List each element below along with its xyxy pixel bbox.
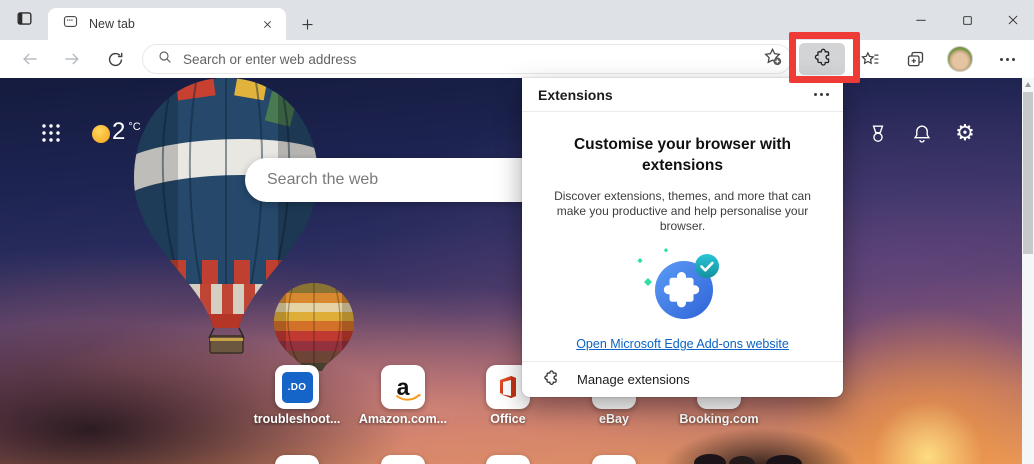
address-bar[interactable]: Search or enter web address	[142, 44, 792, 74]
manage-extensions-row[interactable]: Manage extensions	[522, 361, 843, 397]
gear-icon: ⚙	[955, 120, 975, 146]
medal-icon	[872, 125, 884, 142]
window-maximize-button[interactable]	[952, 5, 982, 35]
tile-row2-4[interactable]	[592, 455, 636, 464]
scrollbar-up-arrow[interactable]	[1024, 82, 1031, 87]
rewards-button[interactable]	[866, 122, 890, 146]
apps-grid-button[interactable]	[40, 122, 62, 144]
settings-more-button[interactable]	[994, 46, 1020, 72]
window-minimize-button[interactable]	[906, 5, 936, 35]
favorites-button[interactable]	[857, 46, 883, 72]
forward-button[interactable]	[60, 47, 84, 71]
temperature-unit: °C	[128, 121, 141, 133]
extensions-heading: Customise your browser with extensions	[573, 136, 792, 174]
web-search-placeholder: Search the web	[267, 171, 379, 188]
open-addons-website-link[interactable]: Open Microsoft Edge Add-ons website	[522, 337, 843, 351]
new-tab-favicon-icon	[62, 13, 79, 35]
add-favorite-icon[interactable]	[762, 46, 783, 72]
scrollbar-thumb[interactable]	[1023, 92, 1033, 254]
page-scrollbar[interactable]	[1022, 78, 1034, 464]
highlight-annotation-box	[789, 32, 860, 83]
notifications-button[interactable]	[910, 122, 934, 146]
grid-dots-icon	[42, 124, 60, 142]
tile-label-office: Office	[490, 412, 526, 426]
workspaces-icon	[15, 9, 34, 33]
window-close-button[interactable]	[998, 5, 1028, 35]
tile-label-ebay: eBay	[599, 412, 629, 426]
tile-label-amazon: Amazon.com...	[358, 412, 448, 426]
weather-sun-icon	[92, 125, 110, 143]
tile-troubleshoot[interactable]: .DO	[275, 365, 319, 409]
hot-air-balloon-small	[274, 283, 354, 377]
office-logo-icon	[500, 376, 516, 398]
amazon-logo-icon: a	[395, 375, 421, 401]
manage-extensions-label: Manage extensions	[577, 372, 690, 387]
extensions-flyout-title: Extensions	[538, 86, 613, 103]
extensions-illustration	[522, 244, 843, 328]
address-placeholder: Search or enter web address	[183, 51, 357, 67]
more-options-icon	[999, 57, 1015, 61]
browser-window: New tab Search or enter web address 2 °C…	[0, 0, 1034, 464]
tab-new-tab[interactable]: New tab	[48, 8, 286, 40]
tile-row2-1[interactable]	[275, 455, 319, 464]
refresh-button[interactable]	[103, 47, 127, 71]
page-settings-button[interactable]: ⚙	[952, 120, 978, 146]
balloon-silhouette	[694, 454, 802, 464]
new-tab-button[interactable]	[294, 11, 320, 37]
weather-widget[interactable]: 2 °C	[112, 118, 141, 146]
tile-label-troubleshoot: troubleshoot...	[253, 412, 341, 426]
profile-avatar[interactable]	[947, 46, 973, 72]
tile-row2-3[interactable]	[486, 455, 530, 464]
temperature-value: 2	[112, 118, 126, 145]
search-icon	[157, 49, 173, 70]
bell-icon	[913, 125, 931, 143]
extensions-description: Discover extensions, themes, and more th…	[554, 189, 811, 233]
title-bar: New tab	[0, 0, 1034, 40]
tile-row2-2[interactable]	[381, 455, 425, 464]
tile-label-booking: Booking.com	[679, 412, 759, 426]
back-button[interactable]	[18, 47, 42, 71]
extensions-flyout: Extensions Customise your browser with e…	[522, 78, 843, 397]
manage-puzzle-icon	[542, 369, 559, 391]
troubleshoot-site-icon: .DO	[281, 371, 313, 403]
puzzle-illustration-icon	[636, 248, 719, 319]
tab-title: New tab	[89, 17, 135, 31]
tab-actions-menu-button[interactable]	[10, 8, 38, 34]
new-tab-page: 2 °C ⚙ Search the web .DO a troubleshoot…	[0, 78, 1034, 464]
extensions-more-options-icon[interactable]	[814, 93, 829, 96]
collections-button[interactable]	[902, 46, 928, 72]
extensions-flyout-header: Extensions	[522, 78, 843, 112]
tab-close-icon[interactable]	[258, 15, 276, 33]
tile-amazon[interactable]: a	[381, 365, 425, 409]
